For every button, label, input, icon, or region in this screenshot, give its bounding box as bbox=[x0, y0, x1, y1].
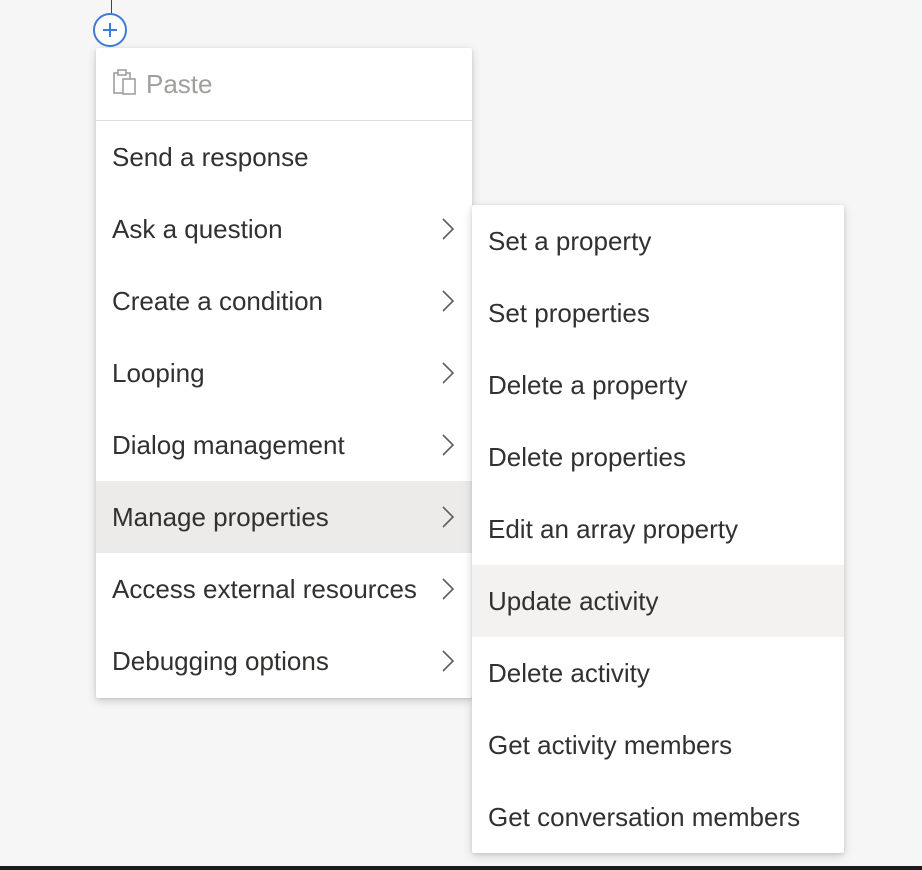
submenu-item-delete-properties[interactable]: Delete properties bbox=[472, 421, 844, 493]
flow-connector-line bbox=[111, 0, 112, 14]
menu-item-create-a-condition[interactable]: Create a condition bbox=[96, 265, 472, 337]
menu-item-send-a-response[interactable]: Send a response bbox=[96, 121, 472, 193]
chevron-right-icon bbox=[442, 290, 454, 312]
chevron-right-icon bbox=[442, 362, 454, 384]
menu-item-label: Access external resources bbox=[112, 573, 417, 604]
submenu-item-label: Set properties bbox=[488, 297, 650, 328]
menu-item-label: Dialog management bbox=[112, 429, 345, 460]
submenu-item-delete-activity[interactable]: Delete activity bbox=[472, 637, 844, 709]
submenu-item-set-properties[interactable]: Set properties bbox=[472, 277, 844, 349]
submenu-item-label: Delete properties bbox=[488, 441, 686, 472]
submenu-item-label: Update activity bbox=[488, 585, 659, 616]
menu-item-label: Looping bbox=[112, 357, 205, 388]
plus-icon bbox=[103, 23, 117, 37]
menu-item-paste-label: Paste bbox=[146, 68, 213, 99]
submenu-item-label: Get conversation members bbox=[488, 801, 801, 832]
chevron-right-icon bbox=[442, 506, 454, 528]
menu-item-dialog-management[interactable]: Dialog management bbox=[96, 409, 472, 481]
submenu-item-label: Get activity members bbox=[488, 729, 733, 760]
manage-properties-submenu: Set a property Set properties Delete a p… bbox=[472, 205, 844, 853]
menu-item-paste[interactable]: Paste bbox=[96, 48, 472, 121]
menu-item-debugging-options[interactable]: Debugging options bbox=[96, 625, 472, 697]
menu-item-access-external-resources[interactable]: Access external resources bbox=[96, 553, 472, 625]
designer-canvas: Paste Send a response Ask a question Cre… bbox=[0, 0, 922, 870]
submenu-item-label: Delete a property bbox=[488, 369, 688, 400]
menu-item-looping[interactable]: Looping bbox=[96, 337, 472, 409]
submenu-item-delete-a-property[interactable]: Delete a property bbox=[472, 349, 844, 421]
submenu-item-label: Set a property bbox=[488, 225, 652, 256]
menu-item-manage-properties[interactable]: Manage properties bbox=[96, 481, 472, 553]
menu-item-label: Debugging options bbox=[112, 645, 329, 676]
chevron-right-icon bbox=[442, 578, 454, 600]
menu-item-label: Send a response bbox=[112, 141, 309, 172]
submenu-item-get-activity-members[interactable]: Get activity members bbox=[472, 709, 844, 781]
window-bottom-edge bbox=[0, 866, 922, 870]
menu-item-label: Manage properties bbox=[112, 501, 329, 532]
submenu-item-label: Delete activity bbox=[488, 657, 650, 688]
submenu-item-get-conversation-members[interactable]: Get conversation members bbox=[472, 781, 844, 853]
submenu-item-update-activity[interactable]: Update activity bbox=[472, 565, 844, 637]
clipboard-icon bbox=[113, 69, 136, 95]
menu-item-label: Ask a question bbox=[112, 213, 283, 244]
submenu-item-set-a-property[interactable]: Set a property bbox=[472, 205, 844, 277]
chevron-right-icon bbox=[442, 218, 454, 240]
add-action-menu: Paste Send a response Ask a question Cre… bbox=[96, 48, 472, 698]
menu-item-ask-a-question[interactable]: Ask a question bbox=[96, 193, 472, 265]
submenu-item-edit-an-array-property[interactable]: Edit an array property bbox=[472, 493, 844, 565]
submenu-item-label: Edit an array property bbox=[488, 513, 739, 544]
menu-item-label: Create a condition bbox=[112, 285, 324, 316]
chevron-right-icon bbox=[442, 650, 454, 672]
add-node-button[interactable] bbox=[93, 13, 127, 47]
chevron-right-icon bbox=[442, 434, 454, 456]
